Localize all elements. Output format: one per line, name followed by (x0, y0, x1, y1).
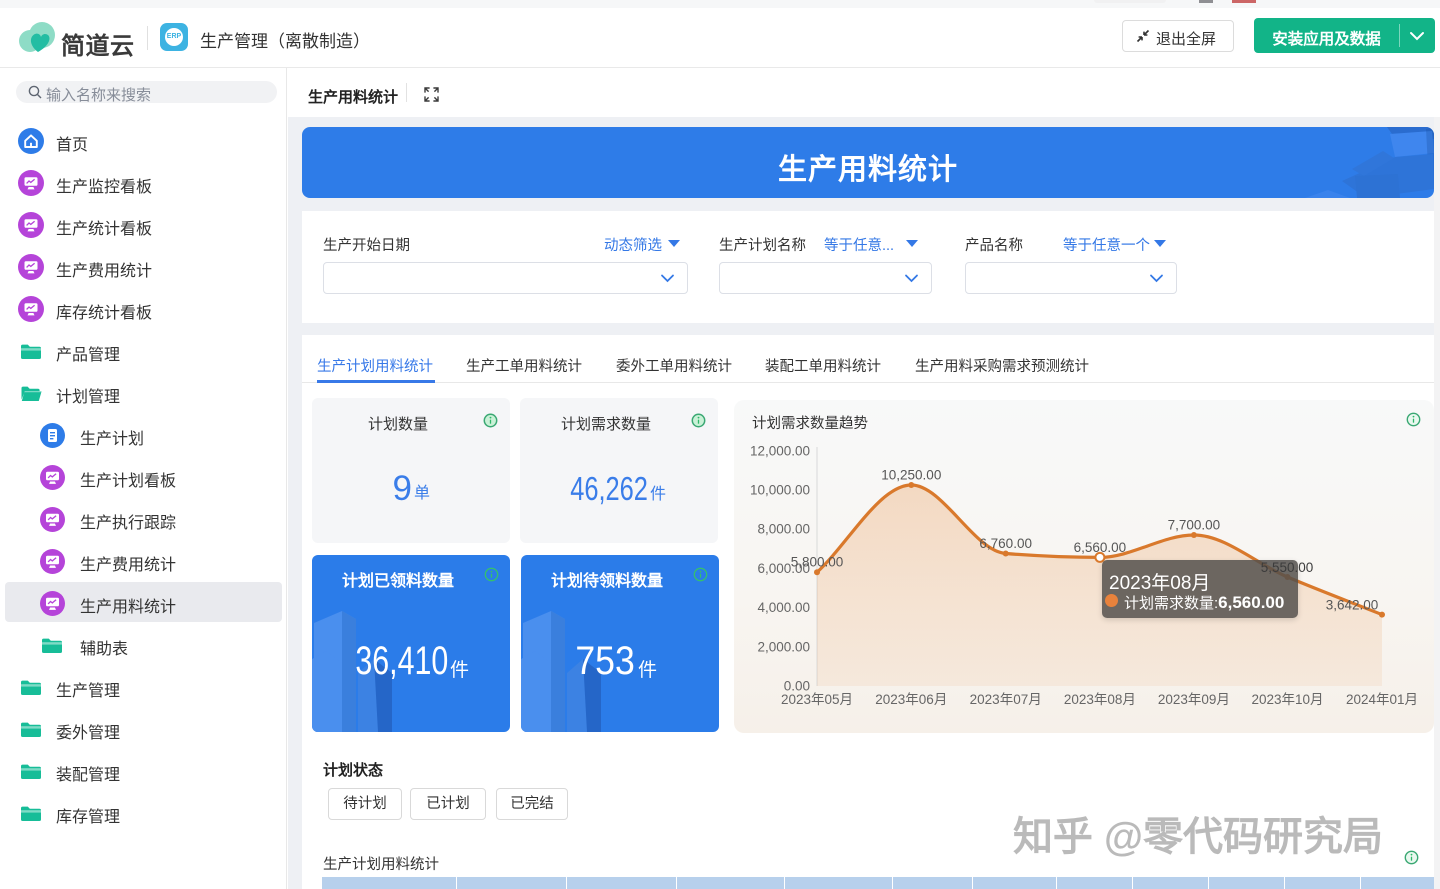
svg-text:7,700.00: 7,700.00 (1168, 518, 1221, 533)
svg-text:2023年10月: 2023年10月 (1251, 692, 1323, 707)
svg-text:2023年09月: 2023年09月 (1158, 692, 1230, 707)
svg-text:5,800.00: 5,800.00 (791, 555, 844, 570)
svg-text:2023年05月: 2023年05月 (781, 692, 853, 707)
svg-text:2023年06月: 2023年06月 (875, 692, 947, 707)
svg-text:10,250.00: 10,250.00 (881, 468, 941, 483)
svg-text:8,000.00: 8,000.00 (757, 522, 810, 537)
svg-text:3,642.00: 3,642.00 (1326, 598, 1379, 613)
svg-text:2024年01月: 2024年01月 (1346, 692, 1418, 707)
svg-text:6,560.00: 6,560.00 (1074, 540, 1127, 555)
svg-text:4,000.00: 4,000.00 (757, 600, 810, 615)
svg-text:10,000.00: 10,000.00 (750, 483, 810, 498)
svg-text:6,760.00: 6,760.00 (979, 536, 1032, 551)
svg-text:2023年07月: 2023年07月 (970, 692, 1042, 707)
svg-text:12,000.00: 12,000.00 (750, 443, 810, 458)
svg-text:2023年08月: 2023年08月 (1064, 692, 1136, 707)
svg-text:2,000.00: 2,000.00 (757, 639, 810, 654)
